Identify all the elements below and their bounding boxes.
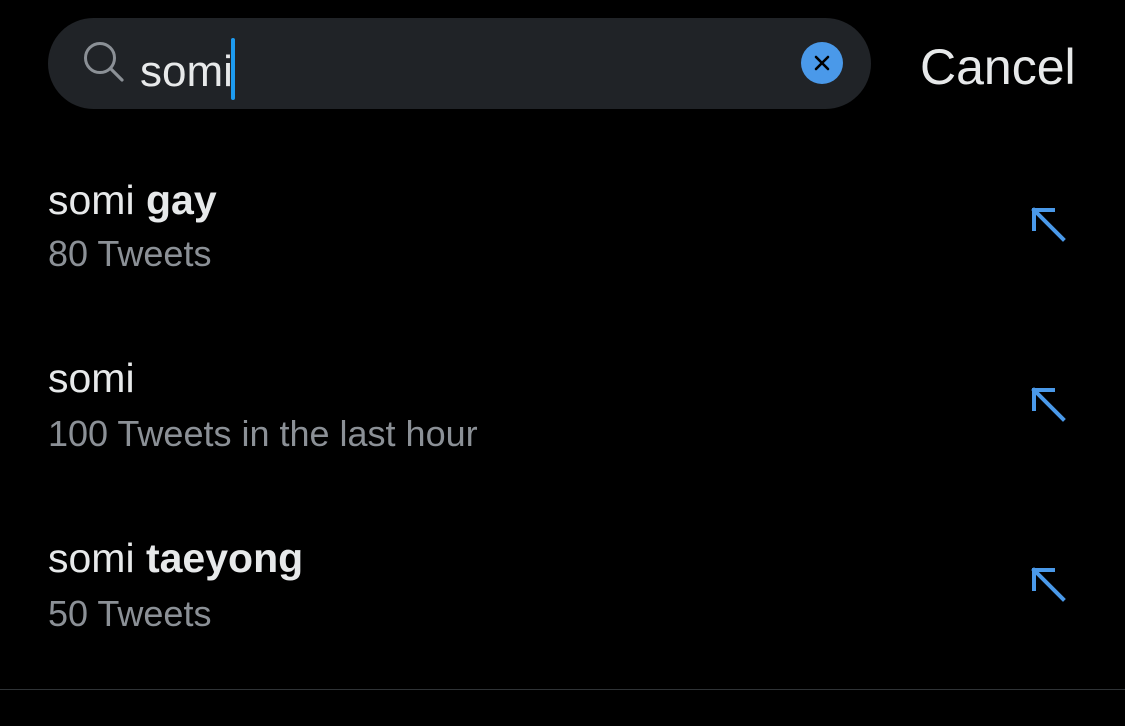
- search-icon: [84, 42, 124, 82]
- suggestion-item[interactable]: somi 100 Tweets in the last hour: [0, 330, 1125, 510]
- suggestion-query: somi: [48, 355, 135, 401]
- arrow-up-left-icon[interactable]: [1027, 203, 1071, 247]
- search-input[interactable]: somi: [140, 38, 235, 100]
- suggestion-count: 50 Tweets: [48, 593, 212, 634]
- arrow-up-left-icon[interactable]: [1027, 383, 1071, 427]
- suggestion-item[interactable]: somi taeyong 50 Tweets: [0, 510, 1125, 690]
- suggestion-item[interactable]: somi gay 80 Tweets: [0, 150, 1125, 330]
- suggestion-title: somi: [48, 354, 135, 402]
- suggestion-query: somi: [48, 177, 146, 223]
- arrow-up-left-icon[interactable]: [1027, 563, 1071, 607]
- suggestion-completion: gay: [145, 177, 217, 223]
- suggestion-title: somi gay: [48, 176, 217, 224]
- suggestion-completion: taeyong: [145, 535, 304, 581]
- search-input-text: somi: [140, 47, 233, 96]
- suggestion-title: somi taeyong: [48, 534, 303, 582]
- suggestion-query: somi: [48, 535, 146, 581]
- suggestion-count: 80 Tweets: [48, 233, 212, 274]
- text-caret: [230, 38, 235, 100]
- suggestion-count: 100 Tweets in the last hour: [48, 413, 478, 454]
- close-icon: [814, 55, 830, 71]
- clear-search-button[interactable]: [801, 42, 843, 84]
- divider: [0, 689, 1125, 690]
- cancel-button[interactable]: Cancel: [920, 38, 1076, 96]
